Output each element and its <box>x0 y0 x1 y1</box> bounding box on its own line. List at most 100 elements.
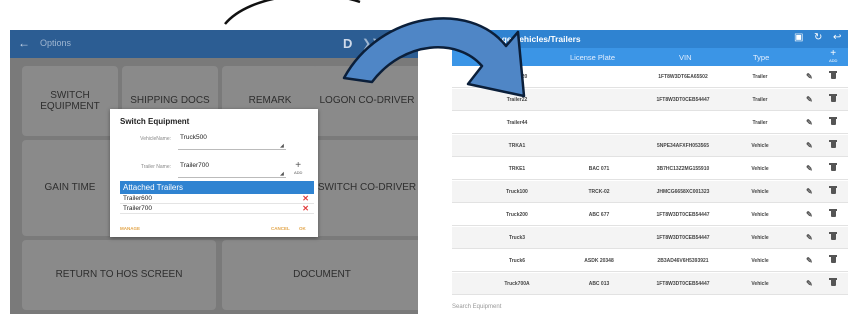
dialog-title: Switch Equipment <box>120 117 190 126</box>
table-row[interactable]: Truck6 ASDK 20348 2B3AD46V6H5393921 Vehi… <box>452 250 848 272</box>
edit-icon[interactable]: ✎ <box>806 164 813 173</box>
duty-status-label: D <box>343 36 353 51</box>
switch-codriver-button[interactable]: SWITCH CO-DRIVER <box>312 140 418 236</box>
delete-icon[interactable] <box>829 94 837 102</box>
resize-corner-icon: ◢ <box>280 143 284 149</box>
row-name: Truck3 <box>508 235 526 241</box>
row-type: Vehicle <box>751 258 769 264</box>
delete-icon[interactable] <box>829 163 837 171</box>
row-type: Trailer <box>752 97 768 103</box>
document-button[interactable]: DOCUMENT <box>222 240 418 310</box>
row-type: Vehicle <box>751 235 769 241</box>
manage-app-bar: ← Manage Vehicles/Trailers ▣ ↻ ↩ <box>452 30 848 48</box>
return-hos-button[interactable]: RETURN TO HOS SCREEN <box>22 240 216 310</box>
row-type: Vehicle <box>751 166 769 172</box>
edit-icon[interactable]: ✎ <box>806 279 813 288</box>
edit-icon[interactable]: ✎ <box>806 95 813 104</box>
edit-icon[interactable]: ✎ <box>806 210 813 219</box>
row-vin: 2B3AD46V6H5393921 <box>657 258 709 264</box>
attached-trailer-row: Trailer600 ✕ <box>120 194 314 204</box>
table-row[interactable]: Trailer20 1FT8W3DT6EA65502 Trailer ✎ <box>452 66 848 88</box>
attached-trailer-name: Trailer700 <box>123 205 153 212</box>
row-name: Trailer20 <box>506 74 528 80</box>
row-plate: BAC 071 <box>588 166 610 172</box>
search-equipment-input[interactable]: Search Equipment <box>452 304 848 314</box>
gain-time-button[interactable]: GAIN TIME <box>22 140 118 236</box>
cancel-button[interactable]: CANCEL <box>271 226 290 231</box>
row-type: Trailer <box>752 120 768 126</box>
plus-icon: + <box>830 48 837 59</box>
edit-icon[interactable]: ✎ <box>806 72 813 81</box>
delete-icon[interactable] <box>829 232 837 240</box>
delete-icon[interactable] <box>829 140 837 148</box>
vehicle-name-input[interactable]: Truck500 <box>180 134 207 141</box>
remove-icon[interactable]: ✕ <box>302 204 309 213</box>
attached-trailer-row: Trailer700 ✕ <box>120 204 314 214</box>
row-name: TRKA1 <box>508 143 526 149</box>
app-bar-title: Manage Vehicles/Trailers <box>480 34 581 44</box>
row-plate: TRCK-02 <box>588 189 610 195</box>
row-type: Vehicle <box>751 143 769 149</box>
resize-corner-icon: ◢ <box>280 171 284 177</box>
add-label: ADD <box>294 170 303 175</box>
vehicle-name-label: VehicleName: <box>140 136 171 142</box>
add-label: ADD <box>829 58 838 63</box>
row-vin: 1FT8W3DT0CEB54447 <box>656 235 710 241</box>
edit-icon[interactable]: ✎ <box>806 233 813 242</box>
arrow-left-icon[interactable]: ← <box>18 36 30 50</box>
trailer-name-label: Trailer Name: <box>140 164 171 170</box>
signal-icon: ❯❯ <box>362 38 381 50</box>
app-bar-title: Options <box>40 38 72 48</box>
switch-equipment-button[interactable]: SWITCH EQUIPMENT <box>22 66 118 136</box>
vehicle-name-underline <box>178 149 286 150</box>
table-row[interactable]: TRKA1 5NPE34AFXFH053565 Vehicle ✎ <box>452 135 848 157</box>
table-row[interactable]: Truck3 1FT8W3DT0CEB54447 Vehicle ✎ <box>452 227 848 249</box>
row-name: TRKE1 <box>508 166 526 172</box>
edit-icon[interactable]: ✎ <box>806 256 813 265</box>
delete-icon[interactable] <box>829 117 837 125</box>
delete-icon[interactable] <box>829 186 837 194</box>
column-header-name: Name <box>500 53 521 62</box>
row-vin: 3B7HC13Z2MG155910 <box>656 166 710 172</box>
table-row[interactable]: Trailer22 1FT8W3DT0CEB54447 Trailer ✎ <box>452 89 848 111</box>
trailer-name-input[interactable]: Trailer700 <box>180 162 209 169</box>
row-name: Truck6 <box>508 258 526 264</box>
table-row[interactable]: Trailer44 Trailer ✎ <box>452 112 848 134</box>
logon-codriver-button[interactable]: LOGON CO-DRIVER <box>312 66 418 136</box>
table-row[interactable]: Truck100 TRCK-02 JHMCG6658XC001323 Vehic… <box>452 181 848 203</box>
delete-icon[interactable] <box>829 255 837 263</box>
row-type: Vehicle <box>751 212 769 218</box>
options-screen: ← Options D ❯❯ ↩ SWITCH EQUIPMENT SHIPPI… <box>10 30 418 314</box>
row-type: Vehicle <box>751 189 769 195</box>
row-vin: 1FT8W3DT6EA65502 <box>658 74 708 80</box>
row-vin: JHMCG6658XC001323 <box>656 189 710 195</box>
vehicle-screen-icon[interactable]: ▣ <box>794 32 803 43</box>
row-plate: ABC 013 <box>588 281 610 287</box>
manage-vehicles-screen: ← Manage Vehicles/Trailers ▣ ↻ ↩ Name Li… <box>452 30 848 314</box>
row-plate: ABC 677 <box>588 212 610 218</box>
column-header-type: Type <box>753 53 770 62</box>
row-vin: 5NPE34AFXFH053565 <box>657 143 709 149</box>
edit-icon[interactable]: ✎ <box>806 141 813 150</box>
table-row[interactable]: Truck200 ABC 677 1FT8W3DT0CEB54447 Vehic… <box>452 204 848 226</box>
remove-icon[interactable]: ✕ <box>302 194 309 203</box>
logout-icon[interactable]: ↩ <box>833 32 841 43</box>
table-row[interactable]: Truck700A ABC 013 1FT8W3DT0CEB54447 Vehi… <box>452 273 848 295</box>
row-name: Truck100 <box>506 189 528 195</box>
delete-icon[interactable] <box>829 278 837 286</box>
add-trailer-button[interactable]: + ADD <box>294 161 303 176</box>
delete-icon[interactable] <box>829 71 837 79</box>
edit-icon[interactable]: ✎ <box>806 187 813 196</box>
edit-icon[interactable]: ✎ <box>806 118 813 127</box>
row-type: Vehicle <box>751 281 769 287</box>
table-row[interactable]: TRKE1 BAC 071 3B7HC13Z2MG155910 Vehicle … <box>452 158 848 180</box>
delete-icon[interactable] <box>829 209 837 217</box>
manage-button[interactable]: MANAGE <box>120 226 140 231</box>
options-app-bar: ← Options D ❯❯ ↩ <box>10 30 418 58</box>
add-vehicle-button[interactable]: + ADD <box>829 48 838 64</box>
logout-icon[interactable]: ↩ <box>400 36 410 50</box>
ok-button[interactable]: OK <box>299 226 306 231</box>
refresh-icon[interactable]: ↻ <box>814 32 822 43</box>
row-name: Trailer44 <box>506 120 528 126</box>
arrow-left-icon[interactable]: ← <box>461 32 471 43</box>
